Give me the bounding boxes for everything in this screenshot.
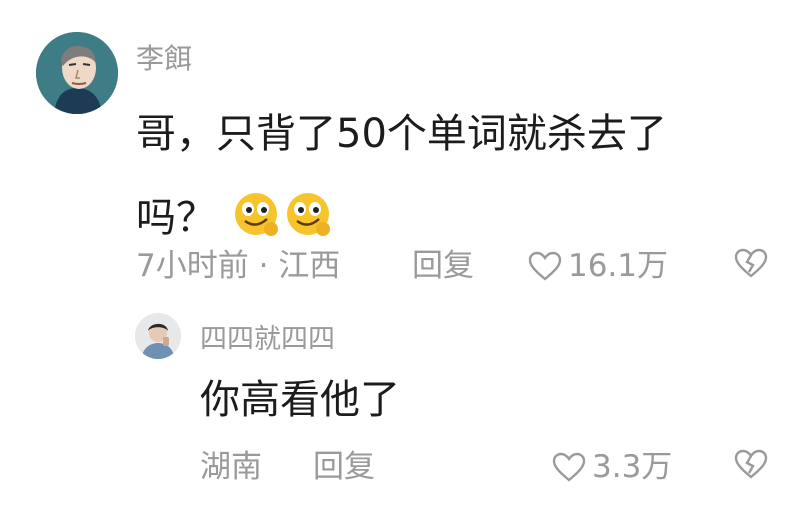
broken-heart-icon xyxy=(734,449,768,479)
comment-location: 江西 xyxy=(278,248,341,284)
meta-separator: · xyxy=(258,248,269,284)
reply-location: 湖南 xyxy=(200,449,262,485)
heart-outline-icon xyxy=(528,251,562,281)
replier-avatar[interactable] xyxy=(135,313,181,359)
comment-text-line2: 吗？ xyxy=(136,195,216,241)
smirk-emoji-icon xyxy=(233,184,281,236)
reply-button[interactable]: 回复 xyxy=(412,246,474,286)
comment-thread: 李餌 哥，只背了50个单词就杀去了 吗？ 7小时前 · 江西 回复 16.1万 … xyxy=(0,0,812,529)
like-button[interactable]: 16.1万 xyxy=(528,246,668,286)
like-count: 16.1万 xyxy=(568,248,669,284)
replier-username[interactable]: 四四就四四 xyxy=(200,323,335,357)
reply-like-count: 3.3万 xyxy=(592,449,673,485)
commenter-username[interactable]: 李餌 xyxy=(136,42,192,76)
broken-heart-icon xyxy=(734,248,768,278)
heart-outline-icon xyxy=(552,452,586,482)
smirk-emoji-icon xyxy=(285,184,333,236)
reply-dislike-button[interactable] xyxy=(734,449,768,479)
reply-body: 你高看他了 xyxy=(200,377,400,423)
dislike-button[interactable] xyxy=(734,248,768,278)
comment-time: 7小时前 xyxy=(136,248,249,284)
commenter-avatar[interactable] xyxy=(36,32,118,114)
comment-text-line1: 哥，只背了50个单词就杀去了 xyxy=(136,111,667,157)
reply-like-button[interactable]: 3.3万 xyxy=(552,447,672,487)
comment-body: 哥，只背了50个单词就杀去了 吗？ xyxy=(136,92,756,260)
comment-meta: 7小时前 · 江西 xyxy=(136,246,340,286)
reply-reply-button[interactable]: 回复 xyxy=(313,447,375,487)
